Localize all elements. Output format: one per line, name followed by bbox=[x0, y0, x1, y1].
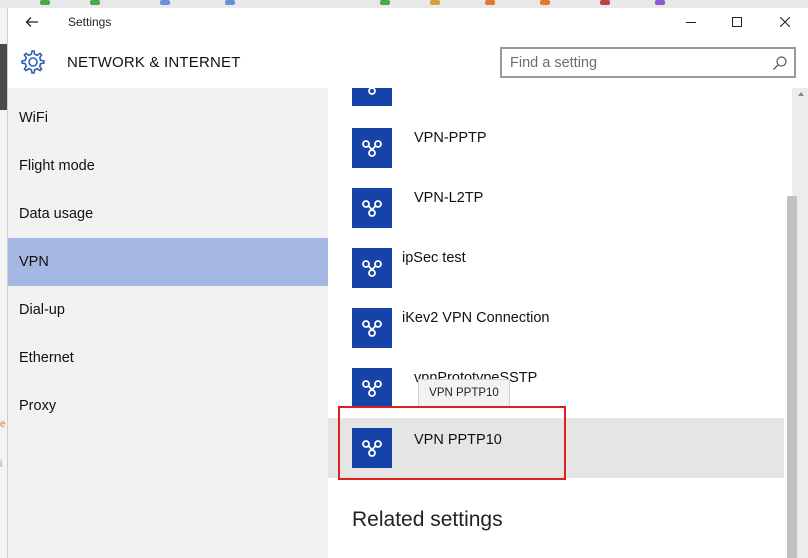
tooltip-text: VPN PPTP10 bbox=[429, 387, 499, 399]
vpn-connection-name: iKev2 VPN Connection bbox=[402, 310, 550, 326]
maximize-icon bbox=[732, 17, 742, 27]
vpn-connection-icon bbox=[352, 248, 392, 288]
scrollbar-thumb[interactable] bbox=[787, 196, 797, 558]
related-settings-link[interactable] bbox=[352, 549, 482, 558]
sidebar-item-label: VPN bbox=[19, 254, 49, 270]
back-arrow-icon bbox=[25, 17, 38, 27]
maximize-button[interactable] bbox=[714, 8, 760, 36]
vpn-connection-icon bbox=[352, 188, 392, 228]
annotation-highlight-box bbox=[338, 406, 566, 480]
sidebar-item-label: Proxy bbox=[19, 398, 57, 414]
page-header: NETWORK & INTERNET bbox=[8, 36, 808, 88]
related-settings-heading: Related settings bbox=[352, 508, 503, 531]
vpn-connection-name: VPN-L2TP bbox=[414, 190, 484, 206]
vpn-connection-icon bbox=[352, 128, 392, 168]
vpn-connection-list: VPN-PPTP VPN-L2TP ipSec test iKev2 VPN C… bbox=[328, 88, 808, 558]
page-title: NETWORK & INTERNET bbox=[67, 54, 241, 71]
sidebar-item-label: Dial-up bbox=[19, 302, 65, 318]
sidebar-item-vpn[interactable]: VPN bbox=[8, 238, 328, 286]
search-icon[interactable] bbox=[772, 55, 788, 71]
vpn-connection-item[interactable]: iKev2 VPN Connection bbox=[328, 300, 784, 360]
vpn-connection-item[interactable]: VPN-PPTP bbox=[328, 120, 784, 180]
sidebar-item-ethernet[interactable]: Ethernet bbox=[8, 338, 328, 378]
window-title: Settings bbox=[68, 15, 112, 29]
minimize-button[interactable] bbox=[668, 8, 714, 36]
sidebar-item-proxy[interactable]: Proxy bbox=[8, 386, 328, 426]
vpn-connection-icon bbox=[352, 368, 392, 408]
vpn-connection-item[interactable]: VPN-L2TP bbox=[328, 180, 784, 240]
vpn-connection-name: ipSec test bbox=[402, 250, 466, 266]
screen: e i Settings NETWORK & INTERNET Find a s… bbox=[0, 0, 808, 558]
background-taskbar-strip bbox=[0, 0, 808, 8]
scroll-up-arrow-icon[interactable] bbox=[798, 92, 804, 96]
sidebar-item-data-usage[interactable]: Data usage bbox=[8, 194, 328, 234]
vpn-connection-icon bbox=[352, 308, 392, 348]
gear-icon bbox=[21, 50, 45, 74]
search-input[interactable] bbox=[510, 52, 760, 74]
sidebar-item-wifi[interactable]: WiFi bbox=[8, 98, 328, 138]
sidebar-item-label: Data usage bbox=[19, 206, 94, 222]
minimize-icon bbox=[686, 22, 696, 23]
vpn-connection-icon bbox=[352, 88, 392, 106]
sidebar: WiFi Flight mode Data usage VPN Dial-up … bbox=[8, 88, 328, 558]
close-button[interactable] bbox=[762, 8, 808, 36]
close-icon bbox=[780, 17, 790, 27]
sidebar-item-label: Flight mode bbox=[19, 158, 95, 174]
tooltip: VPN PPTP10 bbox=[418, 379, 510, 407]
vpn-connection-item[interactable]: ipSec test bbox=[328, 240, 784, 300]
sidebar-item-dial-up[interactable]: Dial-up bbox=[8, 290, 328, 330]
search-box[interactable] bbox=[500, 47, 796, 78]
back-button[interactable] bbox=[18, 10, 46, 34]
sidebar-item-flight-mode[interactable]: Flight mode bbox=[8, 146, 328, 186]
title-bar: Settings bbox=[8, 8, 808, 36]
sidebar-item-label: Ethernet bbox=[19, 350, 74, 366]
vpn-connection-name: VPN-PPTP bbox=[414, 130, 487, 146]
sidebar-item-label: WiFi bbox=[19, 110, 48, 126]
background-window-edge: e i bbox=[0, 8, 8, 558]
